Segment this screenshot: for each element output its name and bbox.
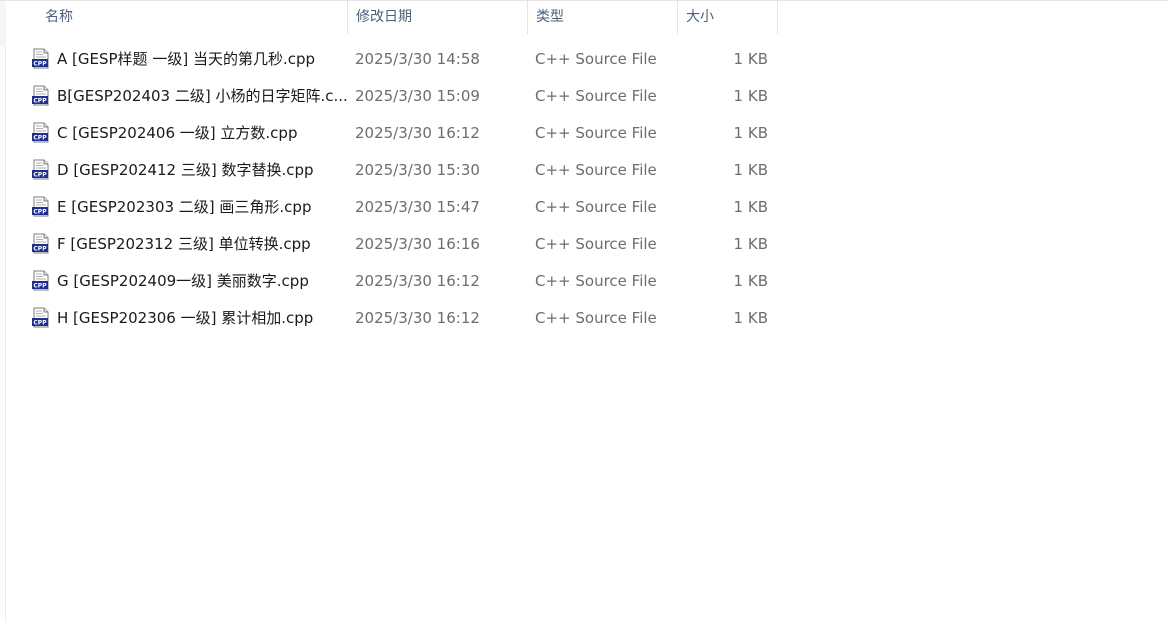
file-name: C [GESP202406 一级] 立方数.cpp [57,124,298,142]
file-type: C++ Source File [535,49,657,68]
file-row[interactable]: CPP G [GESP202409一级] 美丽数字.cpp 2025/3/30 … [24,262,778,299]
file-name: H [GESP202306 一级] 累计相加.cpp [57,309,314,327]
cpp-file-icon: CPP [31,48,51,69]
file-type: C++ Source File [535,234,657,253]
file-name: E [GESP202303 二级] 画三角形.cpp [57,198,312,216]
file-row[interactable]: CPP A [GESP样题 一级] 当天的第几秒.cpp 2025/3/30 1… [24,40,778,77]
column-header-name[interactable]: ^ 名称 [7,0,348,34]
file-modified-date: 2025/3/30 15:30 [355,160,480,179]
file-type: C++ Source File [535,86,657,105]
file-modified-date: 2025/3/30 16:12 [355,123,480,142]
file-name: B[GESP202403 二级] 小杨的日字矩阵.c... [57,87,347,105]
svg-text:CPP: CPP [33,98,47,105]
file-row[interactable]: CPP D [GESP202412 三级] 数字替换.cpp 2025/3/30… [24,151,778,188]
cpp-file-icon: CPP [31,307,51,328]
file-row[interactable]: CPP F [GESP202312 三级] 单位转换.cpp 2025/3/30… [24,225,778,262]
file-modified-date: 2025/3/30 15:09 [355,86,480,105]
svg-text:CPP: CPP [33,135,47,142]
file-modified-date: 2025/3/30 16:12 [355,271,480,290]
sort-ascending-icon: ^ [185,0,194,9]
file-modified-date: 2025/3/30 14:58 [355,49,480,68]
file-name: G [GESP202409一级] 美丽数字.cpp [57,272,309,290]
column-header-type-label: 类型 [536,9,564,25]
cpp-file-icon: CPP [31,122,51,143]
file-size: 1 KB [733,49,768,68]
column-header-name-label: 名称 [45,9,73,25]
file-type: C++ Source File [535,197,657,216]
column-header-type[interactable]: 类型 [528,1,678,34]
svg-text:CPP: CPP [33,61,47,68]
column-header-date-label: 修改日期 [356,9,412,25]
cpp-file-icon: CPP [31,85,51,106]
file-size: 1 KB [733,86,768,105]
file-name: D [GESP202412 三级] 数字替换.cpp [57,161,314,179]
file-size: 1 KB [733,234,768,253]
file-type: C++ Source File [535,123,657,142]
navigation-pane-edge[interactable] [0,1,6,622]
file-size: 1 KB [733,123,768,142]
file-row[interactable]: CPP C [GESP202406 一级] 立方数.cpp 2025/3/30 … [24,114,778,151]
file-size: 1 KB [733,160,768,179]
file-row[interactable]: CPP B[GESP202403 二级] 小杨的日字矩阵.c... 2025/3… [24,77,778,114]
file-list: CPP A [GESP样题 一级] 当天的第几秒.cpp 2025/3/30 1… [24,40,778,336]
cpp-file-icon: CPP [31,270,51,291]
file-row[interactable]: CPP H [GESP202306 一级] 累计相加.cpp 2025/3/30… [24,299,778,336]
svg-text:CPP: CPP [33,283,47,290]
svg-text:CPP: CPP [33,172,47,179]
svg-text:CPP: CPP [33,320,47,327]
svg-text:CPP: CPP [33,209,47,216]
file-name: A [GESP样题 一级] 当天的第几秒.cpp [57,50,315,68]
file-type: C++ Source File [535,271,657,290]
column-header-size-label: 大小 [686,9,714,25]
file-modified-date: 2025/3/30 16:12 [355,308,480,327]
file-size: 1 KB [733,271,768,290]
file-modified-date: 2025/3/30 16:16 [355,234,480,253]
navigation-pane-edge-cap [0,1,6,47]
column-header-bar: ^ 名称 修改日期 类型 大小 [7,0,778,34]
file-explorer-list-view: ^ 名称 修改日期 类型 大小 CPP A [GESP样题 一级] 当天的第几秒… [0,0,1168,622]
file-size: 1 KB [733,308,768,327]
cpp-file-icon: CPP [31,233,51,254]
file-name: F [GESP202312 三级] 单位转换.cpp [57,235,311,253]
file-type: C++ Source File [535,160,657,179]
file-type: C++ Source File [535,308,657,327]
column-header-size[interactable]: 大小 [678,1,778,34]
file-modified-date: 2025/3/30 15:47 [355,197,480,216]
cpp-file-icon: CPP [31,159,51,180]
svg-text:CPP: CPP [33,246,47,253]
file-row[interactable]: CPP E [GESP202303 二级] 画三角形.cpp 2025/3/30… [24,188,778,225]
cpp-file-icon: CPP [31,196,51,217]
file-size: 1 KB [733,197,768,216]
column-header-date[interactable]: 修改日期 [348,1,528,34]
